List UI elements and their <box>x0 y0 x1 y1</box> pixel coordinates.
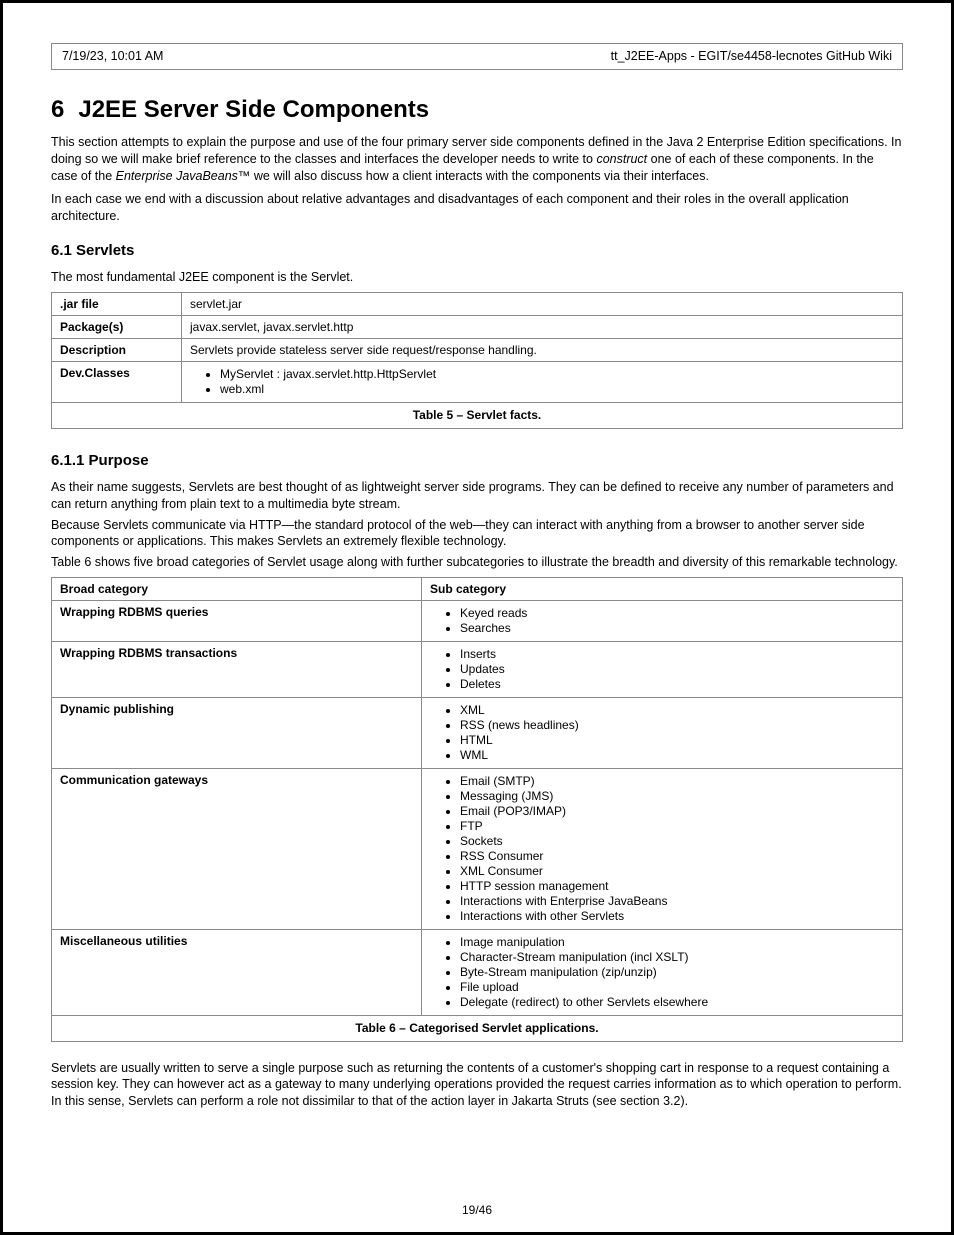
list-item: WML <box>460 748 894 763</box>
list-item: File upload <box>460 980 894 995</box>
table-cell-subcategory: XMLRSS (news headlines)HTMLWML <box>422 698 903 769</box>
purpose-paragraph-1: As their name suggests, Servlets are bes… <box>51 479 903 513</box>
list-item: Email (POP3/IMAP) <box>460 804 894 819</box>
table-row: Dev.Classes MyServlet : javax.servlet.htt… <box>52 362 903 403</box>
list-item: Deletes <box>460 677 894 692</box>
table-cell-label: Description <box>52 339 182 362</box>
list-item: Byte-Stream manipulation (zip/unzip) <box>460 965 894 980</box>
header-timestamp: 7/19/23, 10:01 AM <box>62 48 163 65</box>
list-item: web.xml <box>220 382 894 397</box>
section-text: J2EE Server Side Components <box>78 96 429 123</box>
table-cell-category: Dynamic publishing <box>52 698 422 769</box>
list-item: Messaging (JMS) <box>460 789 894 804</box>
intro-paragraph-1: This section attempts to explain the pur… <box>51 134 903 185</box>
page-header: 7/19/23, 10:01 AM tt_J2EE-Apps - EGIT/se… <box>51 43 903 70</box>
list-item: Interactions with Enterprise JavaBeans <box>460 894 894 909</box>
table-row: Dynamic publishingXMLRSS (news headlines… <box>52 698 903 769</box>
list-item: Character-Stream manipulation (incl XSLT… <box>460 950 894 965</box>
table-cell-subcategory: Keyed readsSearches <box>422 601 903 642</box>
table-cell-subcategory: Email (SMTP)Messaging (JMS)Email (POP3/I… <box>422 769 903 930</box>
page-number: 19/46 <box>3 1202 951 1218</box>
table-row: DescriptionServlets provide stateless se… <box>52 339 903 362</box>
table-cell-label: Package(s) <box>52 315 182 338</box>
tail-paragraph: Servlets are usually written to serve a … <box>51 1060 903 1111</box>
table-row: Wrapping RDBMS queries Keyed readsSearche… <box>52 601 903 642</box>
list-item: XML <box>460 703 894 718</box>
cell-list: Image manipulationCharacter-Stream manip… <box>430 935 894 1010</box>
list-item: Updates <box>460 662 894 677</box>
table-cell-category: Communication gateways <box>52 769 422 930</box>
list-item: MyServlet : javax.servlet.http.HttpServl… <box>220 367 894 382</box>
list-item: Inserts <box>460 647 894 662</box>
table2-header-sub: Sub category <box>422 578 903 601</box>
table-cell-value: servlet.jar <box>182 292 903 315</box>
cell-list: XMLRSS (news headlines)HTMLWML <box>430 703 894 763</box>
intro-paragraph-2: In each case we end with a discussion ab… <box>51 191 903 225</box>
list-item: Searches <box>460 621 894 636</box>
table-cell-category: Miscellaneous utilities <box>52 930 422 1016</box>
table-caption-6: Table 6 – Categorised Servlet applicatio… <box>51 1016 903 1041</box>
purpose-paragraph-3: Table 6 shows five broad categories of S… <box>51 554 903 571</box>
table-row: Package(s)javax.servlet, javax.servlet.h… <box>52 315 903 338</box>
table2-header-broad: Broad category <box>52 578 422 601</box>
subsection-heading: 6.1 Servlets <box>51 241 903 261</box>
list-item: Sockets <box>460 834 894 849</box>
table-cell-value: Servlets provide stateless server side r… <box>182 339 903 362</box>
table-cell-label: Dev.Classes <box>52 362 182 403</box>
list-item: FTP <box>460 819 894 834</box>
list-item: RSS Consumer <box>460 849 894 864</box>
servlet-categories-table: Broad category Sub category Wrapping RDB… <box>51 577 903 1041</box>
list-item: Delegate (redirect) to other Servlets el… <box>460 995 894 1010</box>
table-row: Wrapping RDBMS transactionsInsertsUpdate… <box>52 642 903 698</box>
table-cell-category: Wrapping RDBMS queries <box>52 601 422 642</box>
table-row: Miscellaneous utilitiesImage manipulatio… <box>52 930 903 1016</box>
table-cell-label: .jar file <box>52 292 182 315</box>
servlet-intro: The most fundamental J2EE component is t… <box>51 269 903 286</box>
cell-list: InsertsUpdatesDeletes <box>430 647 894 692</box>
list-item: Keyed reads <box>460 606 894 621</box>
list-item: Image manipulation <box>460 935 894 950</box>
document-page: 7/19/23, 10:01 AM tt_J2EE-Apps - EGIT/se… <box>0 0 954 1235</box>
list-item: Interactions with other Servlets <box>460 909 894 924</box>
cell-list: Email (SMTP)Messaging (JMS)Email (POP3/I… <box>430 774 894 924</box>
table-row: .jar fileservlet.jar <box>52 292 903 315</box>
header-title: tt_J2EE-Apps - EGIT/se4458-lecnotes GitH… <box>611 48 892 65</box>
list-item: XML Consumer <box>460 864 894 879</box>
list-item: RSS (news headlines) <box>460 718 894 733</box>
purpose-paragraph-2: Because Servlets communicate via HTTP—th… <box>51 517 903 551</box>
table-cell-category: Wrapping RDBMS transactions <box>52 642 422 698</box>
table-cell-subcategory: InsertsUpdatesDeletes <box>422 642 903 698</box>
table-cell-subcategory: Image manipulationCharacter-Stream manip… <box>422 930 903 1016</box>
list-item: HTML <box>460 733 894 748</box>
subsubsection-heading: 6.1.1 Purpose <box>51 451 903 471</box>
cell-list: Keyed readsSearches <box>430 606 894 636</box>
cell-list: MyServlet : javax.servlet.http.HttpServl… <box>190 367 894 397</box>
table-row: Communication gatewaysEmail (SMTP)Messag… <box>52 769 903 930</box>
section-number: 6 <box>51 96 64 123</box>
table-cell-value: javax.servlet, javax.servlet.http <box>182 315 903 338</box>
list-item: HTTP session management <box>460 879 894 894</box>
table-cell-value: MyServlet : javax.servlet.http.HttpServl… <box>182 362 903 403</box>
servlet-facts-table: .jar fileservlet.jarPackage(s)javax.serv… <box>51 292 903 429</box>
table-caption-5: Table 5 – Servlet facts. <box>51 403 903 428</box>
section-heading: 6 J2EE Server Side Components <box>51 94 903 126</box>
list-item: Email (SMTP) <box>460 774 894 789</box>
